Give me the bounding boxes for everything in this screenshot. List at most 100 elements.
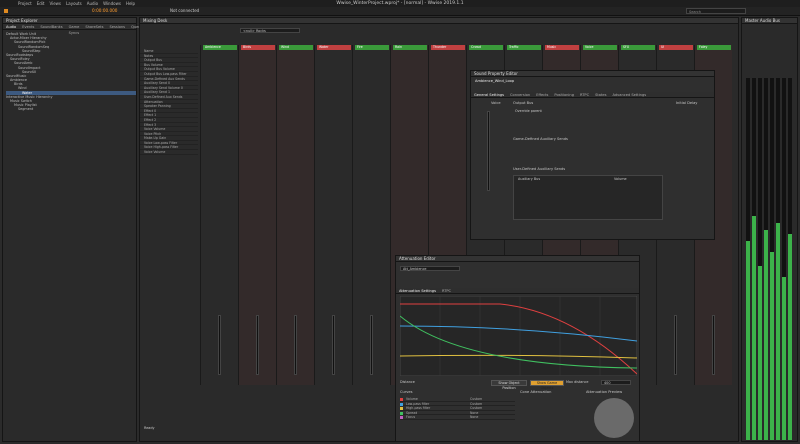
mixer-name-field[interactable]: <null> Rocks <box>240 28 300 33</box>
menu-item-edit[interactable]: Edit <box>37 1 45 6</box>
attenuation-preview-label: Attenuation Preview <box>586 390 623 394</box>
sound-props-tab[interactable]: General Settings <box>474 92 504 97</box>
curve-name: Focus <box>406 415 416 420</box>
strip-volume-fader[interactable] <box>294 315 297 375</box>
sound-name: Ambience_Wind_Loop <box>475 79 515 83</box>
meter-panel: Master Audio Bus <box>741 17 798 442</box>
curves-title: Curves <box>400 390 413 394</box>
strip-volume-fader[interactable] <box>712 315 715 375</box>
sound-props-tab[interactable]: Conversion <box>510 92 530 97</box>
override-parent-checkbox[interactable]: Override parent <box>515 109 542 113</box>
sound-props-tab[interactable]: Positioning <box>554 92 574 97</box>
output-bus-label: Output Bus <box>513 101 534 105</box>
strip-volume-fader[interactable] <box>370 315 373 375</box>
search-placeholder: Search <box>689 10 702 14</box>
tab-soundbanks[interactable]: SoundBanks <box>40 24 62 29</box>
menu-item-windows[interactable]: Windows <box>103 1 121 6</box>
audio-output-status: Not connected <box>170 8 200 13</box>
curve-value: None <box>470 415 479 420</box>
level-meter <box>758 78 762 440</box>
mixer-row-labels: Name Notes Output Bus Bus Volume Output Bus … <box>140 49 198 155</box>
cone-preview-icon <box>594 398 634 438</box>
strip-volume-fader[interactable] <box>218 315 221 375</box>
wwise-logo-icon <box>4 9 8 13</box>
attenuation-name-field[interactable]: Att_Ambience <box>400 266 460 271</box>
menu-item-layouts[interactable]: Layouts <box>66 1 82 6</box>
strip-volume-fader[interactable] <box>332 315 335 375</box>
strip-header[interactable]: UI <box>659 45 693 50</box>
strip-header[interactable]: SFX <box>621 45 655 50</box>
strip-volume-fader[interactable] <box>674 315 677 375</box>
menu-item-help[interactable]: Help <box>126 1 135 6</box>
strip-header[interactable]: Crowd <box>469 45 503 50</box>
curve-list: Volume Custom Low-pass filter Custom High-pa… <box>400 397 515 420</box>
max-distance-input[interactable]: 400 <box>601 380 631 385</box>
show-game-objects-button[interactable]: Show Game Objects <box>530 380 564 390</box>
strip-header[interactable]: Birds <box>241 45 275 50</box>
transport-time: 0:00:00.000 <box>92 8 118 13</box>
aux-bus-column: Auxiliary Bus <box>518 177 541 181</box>
level-meter <box>782 78 786 440</box>
meter-bars <box>746 78 796 440</box>
toolbar: 0:00:00.000 Not connected Search <box>0 7 800 16</box>
strip-header[interactable]: Voice <box>583 45 617 50</box>
tree-item[interactable]: Segment <box>6 107 136 111</box>
sound-props-tab[interactable]: Advanced Settings <box>612 92 646 97</box>
sound-props-tabs: General Settings Conversion Effects Positio… <box>471 92 714 98</box>
strip-header[interactable]: Traffic <box>507 45 541 50</box>
game-aux-sends-label: Game-Defined Auxiliary Sends <box>513 137 568 141</box>
project-explorer-panel: Project Explorer Audio Events SoundBanks Ga… <box>2 17 145 442</box>
voice-label: Voice <box>491 101 501 105</box>
menu-item-project[interactable]: Project <box>18 1 32 6</box>
strip-header[interactable]: Rain <box>393 45 427 50</box>
max-distance-label: Max distance <box>566 380 589 384</box>
mixer-strip: Wind <box>276 45 314 385</box>
sound-props-tab[interactable]: RTPC <box>580 92 589 97</box>
volume-column: Volume <box>614 177 627 181</box>
tab-sessions[interactable]: Sessions <box>109 24 125 29</box>
voice-volume-fader[interactable] <box>487 111 490 191</box>
attenuation-editor: Attenuation Editor Att_Ambience Attenuat… <box>395 255 640 442</box>
cone-attenuation-label: Cone Attenuation <box>520 390 552 394</box>
attenuation-title: Attenuation Editor <box>396 256 639 262</box>
explorer-tree: Default Work Unit Actor-Mixer Hierarchy So… <box>3 30 136 112</box>
search-input[interactable]: Search <box>686 8 746 14</box>
curve-row[interactable]: Focus None <box>400 415 515 420</box>
attenuation-graph[interactable] <box>400 296 637 376</box>
mixer-strip: Fire <box>352 45 390 385</box>
curve-color-swatch <box>400 398 403 401</box>
menu-item-views[interactable]: Views <box>49 1 61 6</box>
strip-header[interactable]: Foley <box>697 45 731 50</box>
strip-header[interactable]: Wind <box>279 45 313 50</box>
menu-item-audio[interactable]: Audio <box>87 1 98 6</box>
window-title: Wwise_WinterProject.wproj* - [normal] - … <box>336 1 464 6</box>
level-meter <box>746 78 750 440</box>
sound-props-title: Sound Property Editor <box>471 71 714 77</box>
show-object-position-button[interactable]: Show Object Position <box>491 380 527 390</box>
level-meter <box>776 78 780 440</box>
aux-bus-table: Auxiliary Bus Volume <box>513 175 663 220</box>
sound-property-editor: Sound Property Editor Ambience_Wind_Loop… <box>470 70 715 240</box>
strip-header[interactable]: Thunder <box>431 45 465 50</box>
mixer-strip: Ambience <box>200 45 238 385</box>
strip-header[interactable]: Water <box>317 45 351 50</box>
attenuation-tab[interactable]: Attenuation Settings <box>399 288 436 293</box>
tab-sharesets[interactable]: ShareSets <box>85 24 103 29</box>
mixer-strip: Birds <box>238 45 276 385</box>
sound-props-tab[interactable]: Effects <box>536 92 548 97</box>
strip-volume-fader[interactable] <box>256 315 259 375</box>
curve-color-swatch <box>400 402 403 406</box>
mixer-status: Ready <box>144 426 155 430</box>
tab-events[interactable]: Events <box>22 24 34 29</box>
strip-header[interactable]: Ambience <box>203 45 237 50</box>
tab-game-syncs[interactable]: Game Syncs <box>69 24 80 35</box>
meter-title: Master Audio Bus <box>742 18 797 24</box>
curve-color-swatch <box>400 416 403 420</box>
user-aux-sends-label: User-Defined Auxiliary Sends <box>513 167 566 171</box>
attenuation-tab[interactable]: RTPC <box>442 288 451 293</box>
sound-props-tab[interactable]: States <box>595 92 606 97</box>
tab-audio[interactable]: Audio <box>6 24 16 29</box>
strip-header[interactable]: Music <box>545 45 579 50</box>
level-meter <box>764 78 768 440</box>
strip-header[interactable]: Fire <box>355 45 389 50</box>
